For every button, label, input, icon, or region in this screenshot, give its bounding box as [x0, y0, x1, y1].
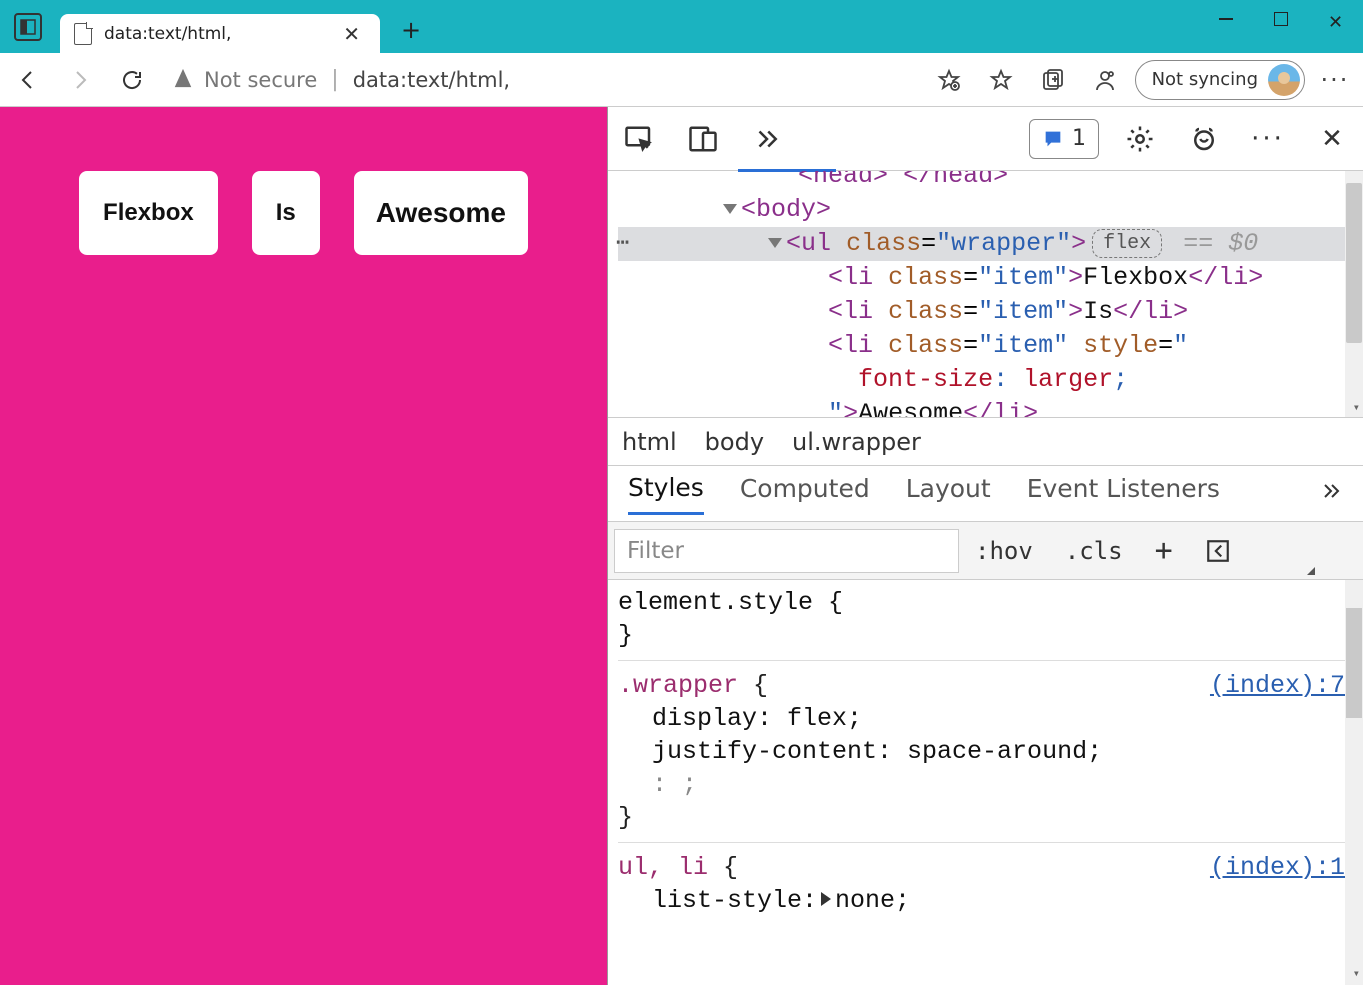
feedback-button[interactable]	[1181, 116, 1227, 162]
not-secure-icon	[172, 67, 194, 93]
settings-button[interactable]	[1117, 116, 1163, 162]
devtools-panel: 1 ··· ✕ <head> </head> <body> <ul class=…	[607, 107, 1363, 985]
tab-layout[interactable]: Layout	[906, 474, 991, 513]
tab-close-icon[interactable]: ✕	[337, 20, 366, 48]
browser-toolbar: Not secure | data:text/html, Not syncing…	[0, 53, 1363, 107]
flex-wrapper: Flexbox Is Awesome	[79, 171, 528, 255]
sync-button[interactable]: Not syncing	[1135, 60, 1305, 100]
dom-line-selected[interactable]: <ul class="wrapper">flex == $0	[618, 227, 1363, 261]
issues-count: 1	[1072, 126, 1086, 151]
dom-line[interactable]: <head> </head>	[618, 171, 1363, 193]
more-styles-tabs-button[interactable]	[1319, 479, 1343, 509]
styles-tabs: Styles Computed Layout Event Listeners	[608, 466, 1363, 522]
style-rule-ulli[interactable]: (index):1 ul, li { list-style:none;	[618, 842, 1345, 917]
inspect-element-button[interactable]	[616, 116, 662, 162]
reload-button[interactable]	[110, 58, 154, 102]
new-style-rule-button[interactable]: +	[1139, 522, 1189, 579]
styles-pane[interactable]: element.style { } (index):7 .wrapper { d…	[608, 580, 1363, 985]
more-options-button[interactable]: ···	[1245, 116, 1291, 162]
security-status: Not secure	[204, 68, 317, 92]
collections-button[interactable]	[1031, 58, 1075, 102]
flex-item: Flexbox	[79, 171, 218, 255]
styles-toolbar: Filter :hov .cls +	[608, 522, 1363, 580]
window-minimize-button[interactable]	[1198, 0, 1253, 53]
window-maximize-button[interactable]	[1253, 0, 1308, 53]
hov-button[interactable]: :hov	[959, 522, 1049, 579]
app-icon	[14, 13, 42, 41]
favorites-button[interactable]	[979, 58, 1023, 102]
tab-computed[interactable]: Computed	[740, 474, 870, 513]
devtools-toolbar: 1 ··· ✕	[608, 107, 1363, 171]
list-style-picker-icon[interactable]	[821, 892, 831, 906]
style-rule-element[interactable]: element.style { }	[618, 586, 1345, 652]
address-bar[interactable]: Not secure | data:text/html,	[162, 60, 919, 100]
tab-title: data:text/html,	[104, 24, 231, 44]
flex-badge[interactable]: flex	[1092, 229, 1162, 258]
flex-item: Is	[252, 171, 320, 255]
window-close-button[interactable]: ✕	[1308, 0, 1363, 53]
forward-button	[58, 58, 102, 102]
style-rule-wrapper[interactable]: (index):7 .wrapper { display: flex; just…	[618, 660, 1345, 834]
breadcrumb-item[interactable]: html	[622, 428, 677, 456]
dom-line[interactable]: <li class="item" style="	[618, 329, 1363, 363]
new-tab-button[interactable]: +	[394, 13, 428, 47]
breadcrumb-item[interactable]: body	[705, 428, 764, 456]
dom-line[interactable]: <li class="item">Is</li>	[618, 295, 1363, 329]
filter-placeholder: Filter	[627, 538, 684, 564]
menu-button[interactable]: ···	[1313, 58, 1357, 102]
dom-line[interactable]: ">Awesome</li>	[618, 397, 1363, 418]
devtools-close-button[interactable]: ✕	[1309, 116, 1355, 162]
sync-label: Not syncing	[1152, 69, 1258, 90]
cls-button[interactable]: .cls	[1049, 522, 1139, 579]
device-toolbar-button[interactable]	[680, 116, 726, 162]
menu-dots-icon: ···	[1321, 66, 1350, 94]
source-link[interactable]: (index):7	[1210, 669, 1345, 702]
url-text: data:text/html,	[353, 68, 510, 92]
window-titlebar: data:text/html, ✕ + ✕	[0, 0, 1363, 53]
elements-scrollbar[interactable]: ▾	[1345, 171, 1363, 417]
styles-filter-input[interactable]: Filter	[614, 529, 959, 573]
more-tabs-button[interactable]	[744, 116, 790, 162]
back-button[interactable]	[6, 58, 50, 102]
user-avatar	[1268, 64, 1300, 96]
source-link[interactable]: (index):1	[1210, 851, 1345, 884]
browser-tab[interactable]: data:text/html, ✕	[60, 14, 380, 54]
breadcrumb-item[interactable]: ul.wrapper	[792, 428, 921, 456]
profile-icon[interactable]	[1083, 58, 1127, 102]
elements-tree[interactable]: <head> </head> <body> <ul class="wrapper…	[608, 171, 1363, 418]
styles-scrollbar[interactable]: ▾	[1345, 580, 1363, 985]
dom-breadcrumb: html body ul.wrapper	[608, 418, 1363, 466]
add-favorite-button[interactable]	[927, 58, 971, 102]
dom-line[interactable]: <li class="item">Flexbox</li>	[618, 261, 1363, 295]
computed-panel-toggle-button[interactable]	[1189, 522, 1247, 579]
page-viewport: Flexbox Is Awesome	[0, 107, 607, 985]
dom-line[interactable]: <body>	[618, 193, 1363, 227]
window-controls: ✕	[1198, 0, 1363, 53]
url-divider: |	[331, 67, 338, 92]
flex-item: Awesome	[354, 171, 528, 255]
issues-button[interactable]: 1	[1029, 119, 1099, 159]
dom-line[interactable]: font-size: larger;	[618, 363, 1363, 397]
tab-event-listeners[interactable]: Event Listeners	[1027, 474, 1220, 513]
tab-styles[interactable]: Styles	[628, 473, 704, 515]
page-favicon	[74, 23, 92, 45]
